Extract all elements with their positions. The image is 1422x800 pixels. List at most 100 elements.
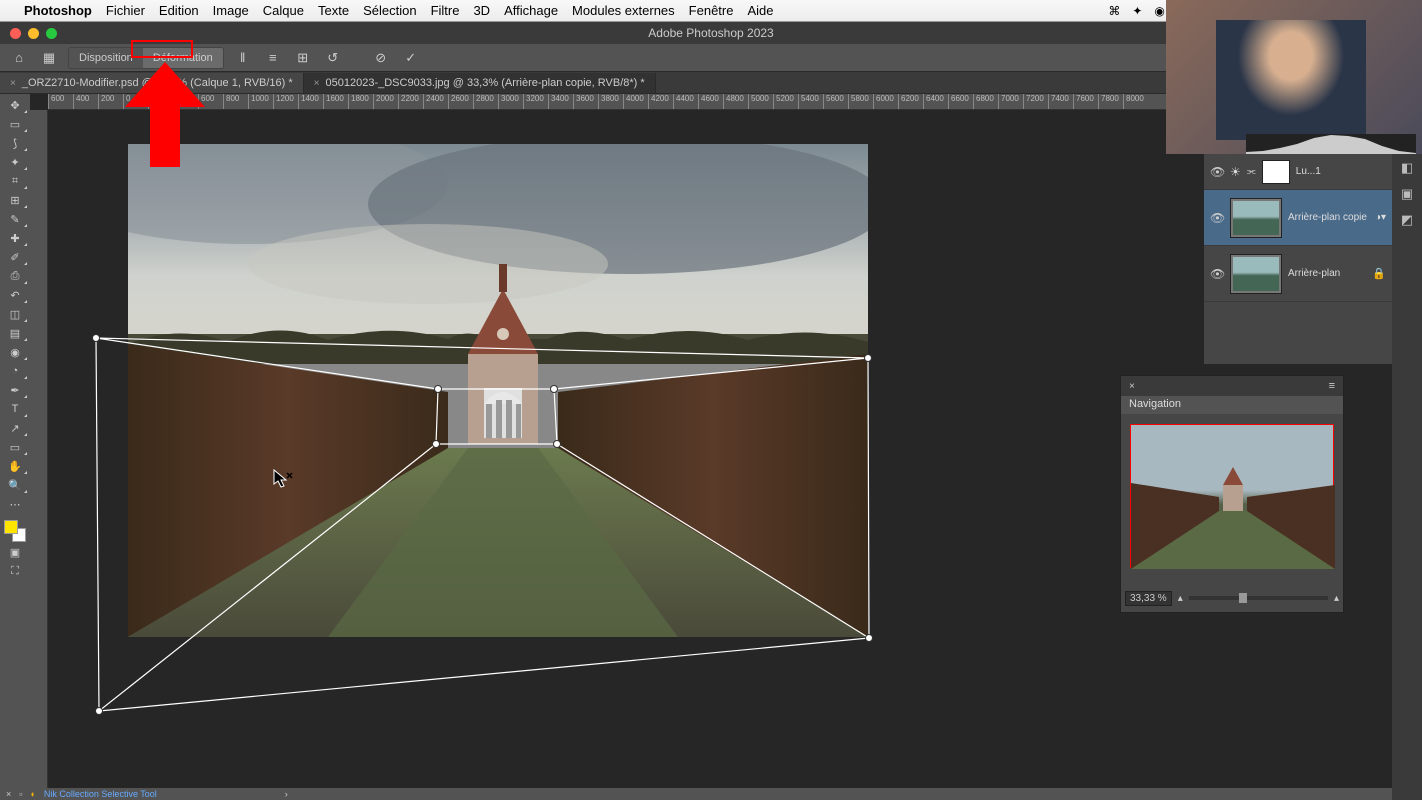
layer-name[interactable]: Arrière-plan xyxy=(1288,268,1366,279)
warp-handle[interactable] xyxy=(550,385,558,393)
panel-icon[interactable]: ◩ xyxy=(1401,212,1413,228)
layer-row-adjustment[interactable]: 👁 ☀ ⫘ Lu...1 xyxy=(1204,154,1392,190)
close-tab-icon[interactable]: × xyxy=(10,78,16,89)
eraser-tool[interactable]: ◫ xyxy=(2,305,28,323)
document-tab[interactable]: × _ORZ2710-Modifier.psd @ 22,1% (Calque … xyxy=(0,73,304,93)
close-panel-icon[interactable]: × xyxy=(1129,381,1135,392)
dodge-tool[interactable]: ◔ xyxy=(2,362,28,380)
layer-row-copy[interactable]: 👁 Arrière-plan copie ◑▾ xyxy=(1204,190,1392,246)
foreground-color[interactable] xyxy=(4,520,18,534)
visibility-icon[interactable]: 👁 xyxy=(1210,165,1224,179)
warp-handle[interactable] xyxy=(553,440,561,448)
lasso-tool[interactable]: ⟆ xyxy=(2,134,28,152)
zoom-value[interactable]: 33,33 % xyxy=(1125,591,1172,606)
history-brush-tool[interactable]: ↶ xyxy=(2,286,28,304)
stamp-tool[interactable]: ⎙ xyxy=(2,267,28,285)
menu-modules[interactable]: Modules externes xyxy=(572,3,675,18)
grid-icon[interactable]: ⊞ xyxy=(292,47,314,69)
pen-tool[interactable]: ✒ xyxy=(2,381,28,399)
menu-selection[interactable]: Sélection xyxy=(363,3,416,18)
zoom-out-icon[interactable]: ▴ xyxy=(1178,593,1183,604)
ruler-tick: 2400 xyxy=(423,94,444,110)
layer-mask-thumb[interactable] xyxy=(1262,160,1290,184)
status-icon[interactable]: ⌘ xyxy=(1108,4,1120,18)
home-button[interactable]: ⌂ xyxy=(8,47,30,69)
disposition-button[interactable]: Disposition xyxy=(69,48,143,68)
panel-icon[interactable]: ▣ xyxy=(1401,186,1413,202)
edit-toolbar[interactable]: ⋯ xyxy=(2,495,28,513)
status-icon[interactable]: ◉ xyxy=(1154,4,1164,18)
visibility-icon[interactable]: 👁 xyxy=(1210,267,1224,281)
hand-tool[interactable]: ✋ xyxy=(2,457,28,475)
reset-icon[interactable]: ↺ xyxy=(322,47,344,69)
straighten-v-icon[interactable]: ‖ xyxy=(232,47,254,69)
panel-title[interactable]: Navigation xyxy=(1121,396,1343,414)
zoom-slider[interactable] xyxy=(1189,596,1328,600)
move-tool[interactable]: ✥ xyxy=(2,96,28,114)
marquee-tool[interactable]: ▭ xyxy=(2,115,28,133)
menu-fichier[interactable]: Fichier xyxy=(106,3,145,18)
lock-icon[interactable]: 🔒 xyxy=(1372,267,1386,280)
zoom-in-icon[interactable]: ▴ xyxy=(1334,593,1339,604)
shape-tool[interactable]: ▭ xyxy=(2,438,28,456)
warp-handle[interactable] xyxy=(95,707,103,715)
magic-wand-tool[interactable]: ✦ xyxy=(2,153,28,171)
deformation-button[interactable]: Déformation xyxy=(143,48,223,68)
navigation-panel[interactable]: × ≡ Navigation 33,33 % ▴ ▴ xyxy=(1120,375,1344,613)
close-icon[interactable]: × xyxy=(6,789,11,799)
close-window-button[interactable] xyxy=(10,28,21,39)
panel-icon[interactable]: ◧ xyxy=(1401,160,1413,176)
type-tool[interactable]: T xyxy=(2,400,28,418)
close-tab-icon[interactable]: × xyxy=(314,78,320,89)
brush-tool[interactable]: ✐ xyxy=(2,248,28,266)
layer-name[interactable]: Lu...1 xyxy=(1296,166,1386,177)
straighten-h-icon[interactable]: ≡ xyxy=(262,47,284,69)
healing-tool[interactable]: ✚ xyxy=(2,229,28,247)
menu-calque[interactable]: Calque xyxy=(263,3,304,18)
menu-image[interactable]: Image xyxy=(213,3,249,18)
warp-handle[interactable] xyxy=(434,385,442,393)
blur-tool[interactable]: ◉ xyxy=(2,343,28,361)
panel-menu-icon[interactable]: ≡ xyxy=(1329,380,1335,392)
navigator-preview[interactable] xyxy=(1130,424,1334,568)
layer-row-background[interactable]: 👁 Arrière-plan 🔒 xyxy=(1204,246,1392,302)
status-icon[interactable]: ✦ xyxy=(1132,4,1142,18)
document-tab[interactable]: × 05012023-_DSC9033.jpg @ 33,3% (Arrière… xyxy=(304,73,656,93)
layer-thumb[interactable] xyxy=(1230,198,1282,238)
warp-handle[interactable] xyxy=(865,634,873,642)
quickmask-tool[interactable]: ▣ xyxy=(2,543,28,561)
ruler-tick: 600 xyxy=(198,94,214,110)
menu-affichage[interactable]: Affichage xyxy=(504,3,558,18)
expand-icon[interactable]: ▫ xyxy=(19,789,22,799)
menu-3d[interactable]: 3D xyxy=(473,3,490,18)
maximize-window-button[interactable] xyxy=(46,28,57,39)
menu-edition[interactable]: Edition xyxy=(159,3,199,18)
layer-name[interactable]: Arrière-plan copie xyxy=(1288,212,1369,223)
crop-tool[interactable]: ⌗ xyxy=(2,172,28,190)
commit-icon[interactable]: ✓ xyxy=(400,47,422,69)
scroll-arrow-icon[interactable]: › xyxy=(285,789,288,799)
screenmode-tool[interactable]: ⛶ xyxy=(2,562,28,580)
zoom-tool[interactable]: 🔍 xyxy=(2,476,28,494)
menu-fenetre[interactable]: Fenêtre xyxy=(689,3,734,18)
path-tool[interactable]: ↗ xyxy=(2,419,28,437)
app-name[interactable]: Photoshop xyxy=(24,3,92,18)
minimize-window-button[interactable] xyxy=(28,28,39,39)
menu-aide[interactable]: Aide xyxy=(747,3,773,18)
warp-handle[interactable] xyxy=(92,334,100,342)
ruler-tick: 6000 xyxy=(873,94,894,110)
warp-handle[interactable] xyxy=(864,354,872,362)
frame-tool[interactable]: ⊞ xyxy=(2,191,28,209)
status-text[interactable]: Nik Collection Selective Tool xyxy=(44,789,157,799)
warp-handle[interactable] xyxy=(432,440,440,448)
cancel-icon[interactable]: ⊘ xyxy=(370,47,392,69)
color-swatches[interactable] xyxy=(4,520,26,542)
layer-thumb[interactable] xyxy=(1230,254,1282,294)
menu-texte[interactable]: Texte xyxy=(318,3,349,18)
perspective-warp-icon[interactable]: ▦ xyxy=(38,47,60,69)
gradient-tool[interactable]: ▤ xyxy=(2,324,28,342)
menu-filtre[interactable]: Filtre xyxy=(431,3,460,18)
document-canvas[interactable] xyxy=(128,144,868,637)
eyedropper-tool[interactable]: ✎ xyxy=(2,210,28,228)
visibility-icon[interactable]: 👁 xyxy=(1210,211,1224,225)
